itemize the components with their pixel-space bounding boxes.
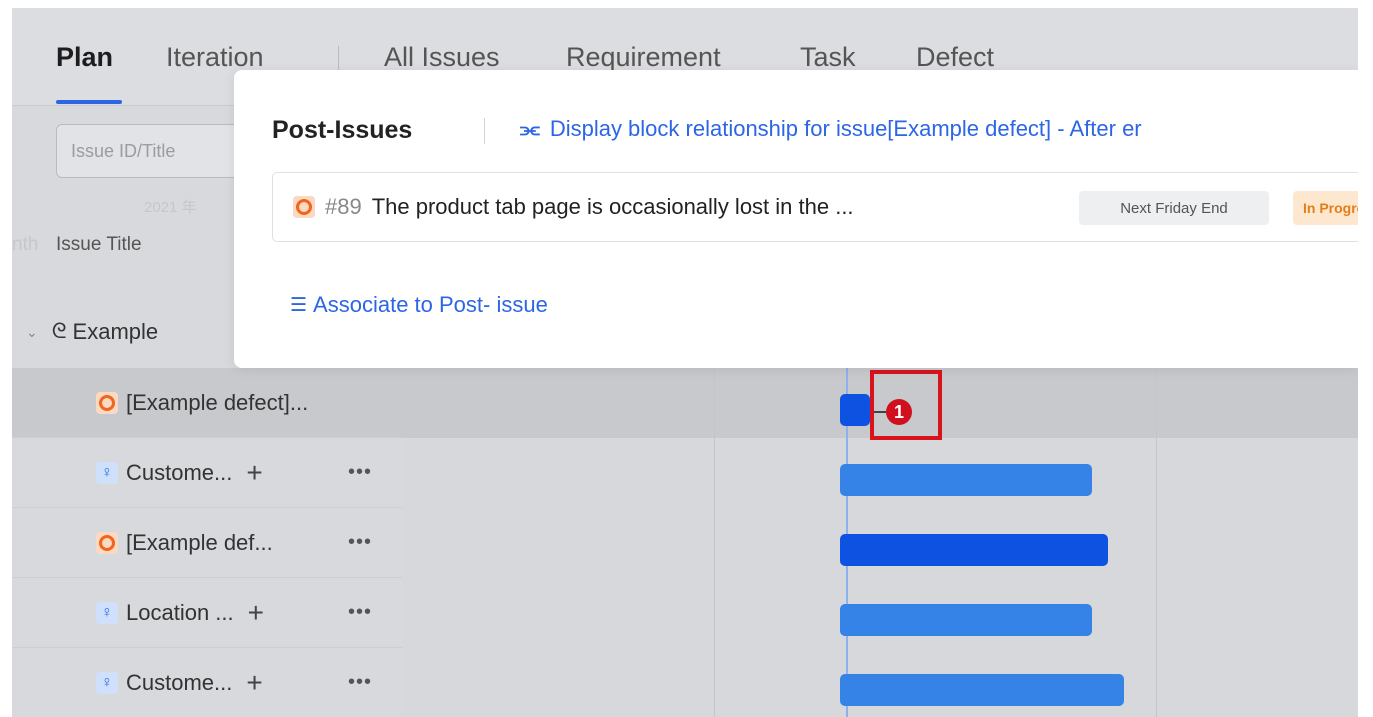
gantt-gridline — [1156, 368, 1157, 717]
app-window: Plan Iteration All Issues Requirement Ta… — [12, 8, 1358, 717]
table-row[interactable]: [Example defect]... — [12, 368, 402, 438]
status-badge[interactable]: In Progre — [1293, 191, 1358, 225]
row-title[interactable]: Custome... — [126, 670, 232, 696]
due-date-tag[interactable]: Next Friday End — [1079, 191, 1269, 225]
requirement-icon: ♀ — [96, 601, 118, 624]
issue-number[interactable]: #89 — [325, 194, 362, 220]
issue-title[interactable]: The product tab page is occasionally los… — [372, 194, 854, 220]
table-row[interactable]: ♀ Location ... + ••• — [12, 578, 402, 648]
issue-list: [Example defect]... ♀ Custome... + ••• [… — [12, 368, 402, 717]
gantt-bar[interactable] — [840, 534, 1108, 566]
gantt-bar[interactable] — [840, 394, 870, 426]
table-row[interactable]: ♀ Custome... + ••• — [12, 438, 402, 508]
gantt-bar[interactable] — [840, 604, 1092, 636]
defect-icon — [96, 391, 118, 414]
row-title[interactable]: [Example def... — [126, 530, 273, 556]
defect-icon — [293, 196, 315, 218]
associate-label[interactable]: Associate to Post- issue — [313, 292, 548, 318]
tab-requirement[interactable]: Requirement — [566, 42, 721, 73]
highlight-box — [870, 370, 942, 440]
gantt-chart: 1 — [402, 368, 1358, 717]
add-child-button[interactable]: + — [248, 598, 264, 627]
tab-iteration[interactable]: Iteration — [166, 42, 264, 73]
more-actions-button[interactable]: ••• — [348, 461, 372, 484]
row-title[interactable]: [Example defect]... — [126, 390, 308, 416]
row-title[interactable]: Custome... — [126, 460, 232, 486]
column-header-shadow: nth — [12, 234, 39, 255]
popover-title: Post-Issues — [272, 116, 413, 144]
defect-icon — [96, 531, 118, 554]
table-row[interactable]: ♀ Custome... + ••• — [12, 648, 402, 717]
display-block-relationship-link[interactable]: ⫘ Display block relationship for issue[E… — [520, 116, 1142, 142]
requirement-icon: ♀ — [96, 461, 118, 484]
relationship-icon: ⫘ — [520, 116, 540, 141]
column-header-issue-title: Issue Title — [56, 234, 142, 255]
tab-defect[interactable]: Defect — [916, 42, 994, 73]
table-row[interactable]: [Example def... ••• — [12, 508, 402, 578]
more-actions-button[interactable]: ••• — [348, 531, 372, 554]
post-issues-popover: Post-Issues ⫘ Display block relationship… — [234, 70, 1358, 368]
requirement-icon: ♀ — [96, 671, 118, 694]
timeline-date: 2021 年 — [144, 199, 197, 216]
link-text[interactable]: Display block relationship for issue[Exa… — [550, 116, 1142, 142]
iteration-icon: ᘓ — [51, 320, 67, 343]
more-actions-button[interactable]: ••• — [348, 671, 372, 694]
gantt-gridline — [714, 368, 715, 717]
search-input[interactable] — [57, 125, 255, 177]
row-title[interactable]: Location ... — [126, 600, 234, 626]
associate-post-issue-button[interactable]: ☰ Associate to Post- issue — [290, 292, 548, 318]
associate-search-icon: ☰ — [290, 294, 308, 316]
popover-divider — [484, 118, 485, 144]
add-child-button[interactable]: + — [246, 458, 262, 487]
group-label: Example — [72, 319, 159, 344]
tab-task[interactable]: Task — [800, 42, 856, 73]
post-issue-card[interactable]: #89 The product tab page is occasionally… — [272, 172, 1358, 242]
active-tab-indicator — [56, 100, 122, 104]
add-child-button[interactable]: + — [246, 668, 262, 697]
tab-plan[interactable]: Plan — [56, 42, 113, 73]
search-field[interactable] — [56, 124, 256, 178]
tab-divider — [338, 46, 339, 72]
tab-all-issues[interactable]: All Issues — [384, 42, 500, 73]
more-actions-button[interactable]: ••• — [348, 601, 372, 624]
gantt-bar[interactable] — [840, 464, 1092, 496]
gantt-bar[interactable] — [840, 674, 1124, 706]
chevron-down-icon[interactable]: ⌄ — [26, 324, 38, 341]
